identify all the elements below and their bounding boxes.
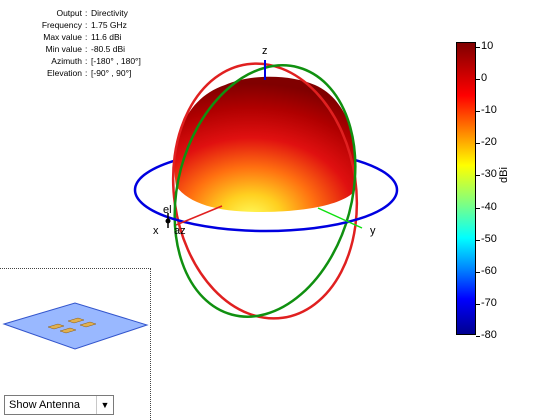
colorbar-tick-mark <box>476 303 480 305</box>
colorbar-tick-label: -20 <box>481 136 497 149</box>
colorbar-tick-label: -70 <box>481 296 497 309</box>
colorbar-tick-label: -10 <box>481 104 497 117</box>
colorbar-tick-mark <box>476 79 480 81</box>
colorbar <box>456 42 476 335</box>
colorbar-tick-mark <box>476 47 480 48</box>
colorbar-tick-label: -40 <box>481 200 497 213</box>
z-axis-label: z <box>262 45 268 57</box>
colorbar-tick-mark <box>476 207 480 209</box>
antenna-preview <box>2 302 149 350</box>
colorbar-tick-mark <box>476 336 480 337</box>
y-axis-label: y <box>370 225 376 237</box>
colorbar-unit-label: dBi <box>498 167 510 183</box>
colorbar-tick-label: -80 <box>481 329 497 341</box>
colorbar-tick-label: 10 <box>481 40 494 52</box>
colorbar-tick-label: -60 <box>481 264 497 277</box>
colorbar-tick-mark <box>476 143 480 145</box>
colorbar-tick-mark <box>476 111 480 113</box>
colorbar-tick-label: -30 <box>481 168 497 181</box>
colorbar-tick-mark <box>476 175 480 177</box>
dropdown-selected-value: Show Antenna <box>9 399 80 411</box>
colorbar-tick-label: 0 <box>481 72 488 85</box>
elevation-marker-label: el <box>163 204 172 216</box>
colorbar-tick-mark <box>476 271 480 273</box>
colorbar-tick-mark <box>476 239 480 241</box>
chevron-down-icon[interactable]: ▼ <box>96 396 113 414</box>
x-axis-label: x <box>153 225 159 237</box>
show-antenna-dropdown[interactable]: Show Antenna ▼ <box>4 395 114 415</box>
ground-plane <box>2 302 149 350</box>
x-axis-line <box>175 205 223 226</box>
azimuth-marker-label: az <box>174 225 186 237</box>
colorbar-tick-label: -50 <box>481 232 497 245</box>
radiation-pattern-surface <box>174 76 357 212</box>
